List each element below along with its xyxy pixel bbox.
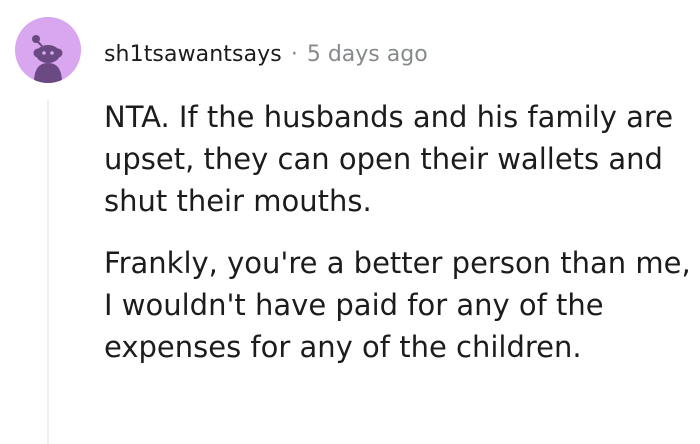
- username-link[interactable]: sh1tsawantsays: [104, 42, 282, 67]
- comment-paragraph: Frankly, you're a better person than me,…: [104, 246, 691, 364]
- thread-line[interactable]: [47, 100, 49, 444]
- reddit-snoo-avatar-icon: [15, 17, 81, 83]
- user-avatar[interactable]: [15, 17, 81, 83]
- comment-paragraph: NTA. If the husbands and his family are …: [104, 100, 674, 218]
- comment-meta: sh1tsawantsays · 5 days ago: [104, 34, 428, 74]
- meta-separator: ·: [290, 41, 298, 67]
- comment: sh1tsawantsays · 5 days ago NTA. If the …: [0, 0, 700, 444]
- comment-timestamp[interactable]: 5 days ago: [307, 42, 428, 67]
- comment-body: NTA. If the husbands and his family are …: [104, 96, 694, 388]
